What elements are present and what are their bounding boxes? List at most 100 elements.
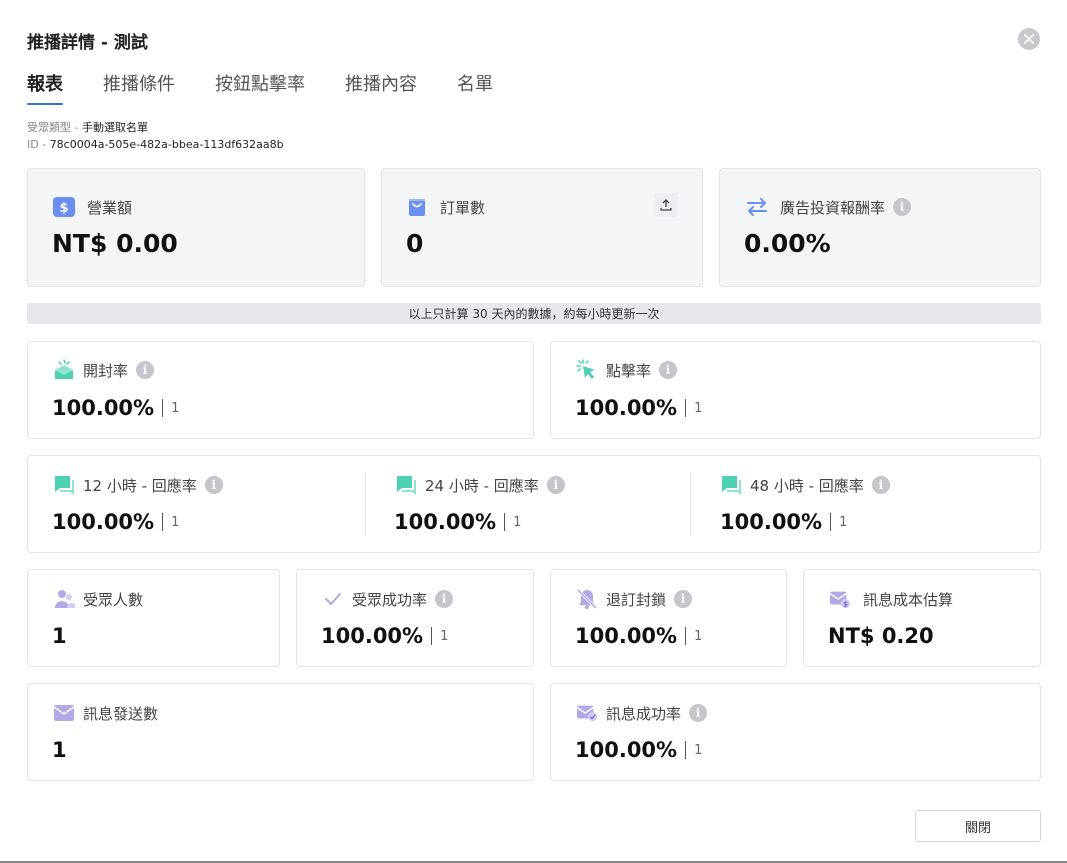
divider bbox=[162, 399, 164, 417]
click-rate-card: 點擊率 i 100.00% 1 bbox=[550, 341, 1041, 439]
audience-success-card: 受眾成功率 i 100.00% 1 bbox=[296, 569, 534, 667]
unsubscribe-card: 退訂封鎖 i 100.00% 1 bbox=[550, 569, 787, 667]
chat-bubble-icon bbox=[720, 474, 742, 496]
click-rate-count: 1 bbox=[694, 400, 703, 416]
cost-estimate-label: 訊息成本估算 bbox=[863, 590, 954, 609]
info-icon[interactable]: i bbox=[871, 476, 890, 494]
exchange-arrows-icon bbox=[746, 196, 768, 218]
upload-icon bbox=[660, 199, 672, 211]
push-id: ID - 78c0004a-505e-482a-bbea-113df632aa8… bbox=[27, 138, 284, 151]
messages-sent-value: 1 bbox=[52, 738, 67, 762]
roas-value: 0.00% bbox=[744, 229, 831, 258]
dialog-title: 推播詳情 - 測試 bbox=[27, 33, 148, 53]
cursor-click-icon bbox=[576, 359, 598, 381]
audience-success-count: 1 bbox=[440, 628, 449, 644]
orders-card: 訂單數 0 bbox=[381, 168, 703, 287]
reply-48h-count: 1 bbox=[839, 514, 848, 530]
unsubscribe-value: 100.00% bbox=[575, 624, 678, 648]
divider bbox=[685, 741, 687, 759]
audience-success-label: 受眾成功率 bbox=[352, 590, 428, 609]
open-rate-card: 開封率 i 100.00% 1 bbox=[27, 341, 534, 439]
check-icon bbox=[322, 588, 344, 610]
cost-estimate-value: NT$ 0.20 bbox=[828, 624, 934, 648]
revenue-label: 營業額 bbox=[87, 198, 133, 217]
messages-sent-label: 訊息發送數 bbox=[83, 704, 159, 723]
open-rate-value: 100.00% bbox=[52, 396, 155, 420]
close-button[interactable]: 關閉 bbox=[915, 810, 1041, 842]
info-icon[interactable]: i bbox=[893, 198, 912, 216]
reply-12h-value: 100.00% bbox=[52, 510, 155, 534]
open-rate-count: 1 bbox=[171, 400, 180, 416]
open-rate-label: 開封率 bbox=[83, 361, 129, 380]
reply-48h-label: 48 小時 - 回應率 bbox=[750, 476, 864, 495]
info-icon[interactable]: i bbox=[204, 476, 223, 494]
column-divider bbox=[690, 472, 691, 536]
svg-text:$: $ bbox=[59, 201, 68, 216]
info-icon[interactable]: i bbox=[136, 361, 155, 379]
messages-sent-card: 訊息發送數 1 bbox=[27, 683, 534, 781]
info-icon[interactable]: i bbox=[674, 590, 693, 608]
open-envelope-icon bbox=[53, 359, 75, 381]
info-icon[interactable]: i bbox=[546, 476, 565, 494]
divider bbox=[504, 513, 506, 531]
audience-count-card: 受眾人數 1 bbox=[27, 569, 280, 667]
audience-count-value: 1 bbox=[52, 624, 67, 648]
shopping-bag-icon bbox=[406, 196, 428, 218]
chat-bubble-icon bbox=[53, 474, 75, 496]
roas-card: 廣告投資報酬率 i 0.00% bbox=[719, 168, 1041, 287]
info-icon[interactable]: i bbox=[689, 704, 708, 722]
tab-conditions[interactable]: 推播條件 bbox=[103, 70, 175, 100]
export-button[interactable] bbox=[654, 193, 678, 217]
audience-type-label: 受眾類型 - bbox=[27, 121, 82, 134]
reply-24h-label: 24 小時 - 回應率 bbox=[425, 476, 539, 495]
data-notice: 以上只計算 30 天內的數據，約每小時更新一次 bbox=[27, 303, 1041, 324]
chat-bubble-icon bbox=[395, 474, 417, 496]
unsubscribe-count: 1 bbox=[694, 628, 703, 644]
info-icon[interactable]: i bbox=[435, 590, 454, 608]
bell-off-icon bbox=[576, 588, 598, 610]
message-success-card: 訊息成功率 i 100.00% 1 bbox=[550, 683, 1041, 781]
dollar-icon: $ bbox=[53, 196, 75, 218]
unsubscribe-label: 退訂封鎖 bbox=[606, 590, 667, 609]
close-dialog-button[interactable] bbox=[1018, 28, 1040, 50]
reply-48h-value: 100.00% bbox=[720, 510, 823, 534]
mail-dollar-icon: $ bbox=[829, 588, 851, 610]
tab-report[interactable]: 報表 bbox=[27, 70, 63, 105]
mail-icon bbox=[53, 702, 75, 724]
push-id-label: ID - bbox=[27, 138, 50, 151]
reply-24h-count: 1 bbox=[513, 514, 522, 530]
reply-24h-value: 100.00% bbox=[394, 510, 497, 534]
users-icon bbox=[53, 588, 75, 610]
audience-count-label: 受眾人數 bbox=[83, 590, 144, 609]
reply-12h-count: 1 bbox=[171, 514, 180, 530]
tab-content[interactable]: 推播內容 bbox=[345, 70, 417, 100]
tab-button-ctr[interactable]: 按鈕點擊率 bbox=[215, 70, 305, 100]
audience-type-value: 手動選取名單 bbox=[81, 121, 148, 134]
orders-value: 0 bbox=[406, 229, 424, 258]
audience-success-value: 100.00% bbox=[321, 624, 424, 648]
message-success-label: 訊息成功率 bbox=[606, 704, 682, 723]
click-rate-value: 100.00% bbox=[575, 396, 678, 420]
info-icon[interactable]: i bbox=[659, 361, 678, 379]
revenue-value: NT$ 0.00 bbox=[52, 229, 178, 258]
tab-bar: 報表 推播條件 按鈕點擊率 推播內容 名單 bbox=[27, 70, 533, 105]
roas-label: 廣告投資報酬率 bbox=[780, 198, 886, 217]
tab-list[interactable]: 名單 bbox=[457, 70, 493, 100]
divider bbox=[830, 513, 832, 531]
orders-label: 訂單數 bbox=[440, 198, 486, 217]
divider bbox=[685, 399, 687, 417]
divider bbox=[162, 513, 164, 531]
mail-check-icon bbox=[576, 702, 598, 724]
audience-type: 受眾類型 - 手動選取名單 bbox=[27, 119, 148, 135]
column-divider bbox=[365, 472, 366, 536]
cost-estimate-card: $ 訊息成本估算 NT$ 0.20 bbox=[803, 569, 1041, 667]
svg-text:$: $ bbox=[843, 599, 848, 608]
revenue-card: $ 營業額 NT$ 0.00 bbox=[27, 168, 365, 287]
reply-12h-label: 12 小時 - 回應率 bbox=[83, 476, 197, 495]
divider bbox=[685, 627, 687, 645]
divider bbox=[431, 627, 433, 645]
message-success-value: 100.00% bbox=[575, 738, 678, 762]
close-icon bbox=[1024, 34, 1034, 44]
click-rate-label: 點擊率 bbox=[606, 361, 652, 380]
message-success-count: 1 bbox=[694, 742, 703, 758]
